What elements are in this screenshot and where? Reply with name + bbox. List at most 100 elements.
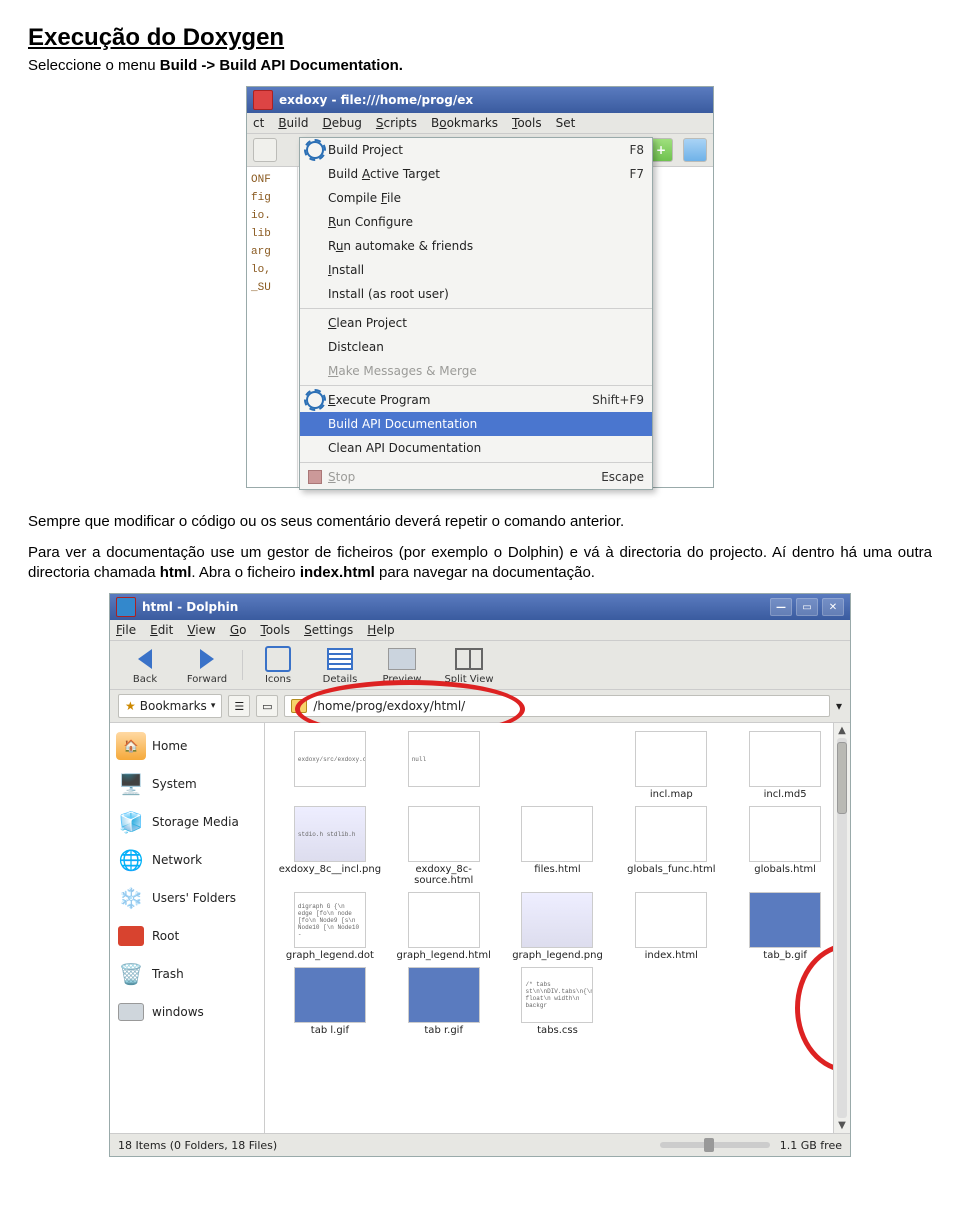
menu-item-compile-file[interactable]: Compile File — [300, 186, 652, 210]
file-item[interactable]: graph_legend.html — [389, 892, 499, 961]
place-root[interactable]: Root — [112, 917, 262, 955]
intro-bold: Build -> Build API Documentation. — [160, 57, 403, 74]
menu-debug[interactable]: Debug — [322, 116, 361, 130]
figure-kdevelop: exdoxy - file:///home/prog/ex ct Build D… — [28, 86, 932, 488]
scroll-up-icon[interactable]: ▲ — [838, 725, 846, 736]
dolphin-titlebar: html - Dolphin — ▭ ✕ — [110, 594, 850, 620]
preview-icon — [388, 648, 416, 670]
place-network[interactable]: 🌐Network — [112, 841, 262, 879]
dolphin-menubar[interactable]: File Edit View Go Tools Settings Help — [110, 620, 850, 641]
file-item[interactable]: stdio.h stdlib.hexdoxy_8c__incl.png — [275, 806, 385, 886]
path-input[interactable]: /home/prog/exdoxy/html/ — [284, 695, 830, 717]
intro-paragraph-1: Seleccione o menu Build -> Build API Doc… — [28, 56, 932, 76]
file-item[interactable]: tab l.gif — [275, 967, 385, 1036]
menu-view[interactable]: View — [187, 623, 215, 637]
menu-scripts[interactable]: Scripts — [376, 116, 417, 130]
place-windows[interactable]: windows — [112, 993, 262, 1031]
file-item[interactable]: tab_b.gif — [730, 892, 840, 961]
menu-item-run-configure[interactable]: Run Configure — [300, 210, 652, 234]
root-folder-icon — [118, 926, 144, 946]
toolbar-button-2[interactable] — [683, 138, 707, 162]
menu-separator — [300, 385, 652, 386]
maximize-button[interactable]: ▭ — [796, 598, 818, 616]
menu-tools[interactable]: Tools — [512, 116, 542, 130]
file-item[interactable]: digraph G {\n edge [fo\n node [fo\n Node… — [275, 892, 385, 961]
forward-button[interactable]: Forward — [180, 645, 234, 685]
status-item-count: 18 Items (0 Folders, 18 Files) — [118, 1139, 277, 1152]
network-icon: 🌐 — [119, 848, 144, 872]
file-item[interactable]: globals_func.html — [616, 806, 726, 886]
path-box-button[interactable]: ▭ — [256, 695, 278, 717]
split-view-button[interactable]: Split View — [437, 645, 501, 685]
dolphin-window: html - Dolphin — ▭ ✕ File Edit View Go T… — [109, 593, 851, 1157]
menu-settings[interactable]: Settings — [304, 623, 353, 637]
place-trash[interactable]: 🗑️Trash — [112, 955, 262, 993]
scroll-down-icon[interactable]: ▼ — [838, 1120, 846, 1131]
file-item[interactable]: incl.map — [616, 731, 726, 800]
menu-item-distclean[interactable]: Distclean — [300, 335, 652, 359]
file-item[interactable]: exdoxy/src/exdoxy.c — [275, 731, 385, 800]
menu-item-run-automake[interactable]: Run automake & friends — [300, 234, 652, 258]
menu-set[interactable]: Set — [556, 116, 576, 130]
place-users[interactable]: ❄️Users' Folders — [112, 879, 262, 917]
icons-view-button[interactable]: Icons — [251, 645, 305, 685]
preview-button[interactable]: Preview — [375, 645, 429, 685]
menu-tools[interactable]: Tools — [260, 623, 290, 637]
menu-separator — [300, 308, 652, 309]
menu-item-clean-api-documentation[interactable]: Clean API Documentation — [300, 436, 652, 460]
menu-help[interactable]: Help — [367, 623, 394, 637]
arrow-left-icon — [138, 649, 152, 669]
section-heading: Execução do Doxygen — [28, 24, 932, 52]
scrollbar-handle[interactable] — [837, 742, 847, 814]
menu-ct[interactable]: ct — [253, 116, 264, 130]
zoom-slider[interactable] — [660, 1142, 770, 1148]
place-storage[interactable]: 🧊Storage Media — [112, 803, 262, 841]
menu-build[interactable]: Build — [278, 116, 308, 130]
window-icon — [116, 597, 136, 617]
menu-item-execute-program[interactable]: Execute ProgramShift+F9 — [300, 388, 652, 412]
file-item[interactable]: incl.md5 — [730, 731, 840, 800]
menu-item-build-project[interactable]: Build ProjectF8 — [300, 138, 652, 162]
kdevelop-menubar[interactable]: ct Build Debug Scripts Bookmarks Tools S… — [247, 113, 713, 134]
menu-go[interactable]: Go — [230, 623, 247, 637]
file-item[interactable]: files.html — [503, 806, 613, 886]
menu-item-make-messages: Make Messages & Merge — [300, 359, 652, 383]
file-item[interactable]: exdoxy_8c-source.html — [389, 806, 499, 886]
path-text: /home/prog/exdoxy/html/ — [313, 699, 465, 713]
menu-item-stop: StopEscape — [300, 465, 652, 489]
gear-icon — [306, 141, 324, 159]
menu-item-build-active-target[interactable]: Build Active TargetF7 — [300, 162, 652, 186]
place-home[interactable]: 🏠Home — [112, 727, 262, 765]
menu-item-clean-project[interactable]: Clean Project — [300, 311, 652, 335]
menu-bookmarks[interactable]: Bookmarks — [431, 116, 498, 130]
path-caret-icon[interactable]: ▾ — [836, 699, 842, 713]
toolbar-button[interactable] — [253, 138, 277, 162]
close-button[interactable]: ✕ — [822, 598, 844, 616]
trash-icon: 🗑️ — [119, 962, 144, 986]
minimize-button[interactable]: — — [770, 598, 792, 616]
place-system[interactable]: 🖥️System — [112, 765, 262, 803]
vertical-scrollbar[interactable]: ▲ ▼ — [833, 723, 850, 1133]
dolphin-title: html - Dolphin — [142, 600, 238, 614]
file-item[interactable]: null — [389, 731, 499, 800]
file-item[interactable]: /* tabs st\n\nDIV.tabs\n{\n float\n widt… — [503, 967, 613, 1036]
menu-item-build-api-documentation[interactable]: Build API Documentation — [300, 412, 652, 436]
intro-text: Seleccione o menu — [28, 57, 160, 74]
file-item[interactable]: globals.html — [730, 806, 840, 886]
build-menu-dropdown[interactable]: Build ProjectF8 Build Active TargetF7 Co… — [299, 137, 653, 490]
file-item-index[interactable]: index.html — [616, 892, 726, 961]
bookmarks-dropdown[interactable]: ★Bookmarks▾ — [118, 694, 222, 718]
split-icon — [455, 648, 483, 670]
file-pane[interactable]: exdoxy/src/exdoxy.c null incl.map incl.m… — [265, 723, 850, 1133]
menu-edit[interactable]: Edit — [150, 623, 173, 637]
menu-item-install[interactable]: Install — [300, 258, 652, 282]
path-up-button[interactable]: ☰ — [228, 695, 250, 717]
file-item[interactable]: graph_legend.png — [503, 892, 613, 961]
menu-item-install-root[interactable]: Install (as root user) — [300, 282, 652, 306]
details-view-button[interactable]: Details — [313, 645, 367, 685]
file-item[interactable]: tab r.gif — [389, 967, 499, 1036]
back-button[interactable]: Back — [118, 645, 172, 685]
editor-gutter: ONFfig io.lib arg lo,_SU — [247, 167, 298, 487]
menu-file[interactable]: File — [116, 623, 136, 637]
dolphin-statusbar: 18 Items (0 Folders, 18 Files) 1.1 GB fr… — [110, 1133, 850, 1156]
